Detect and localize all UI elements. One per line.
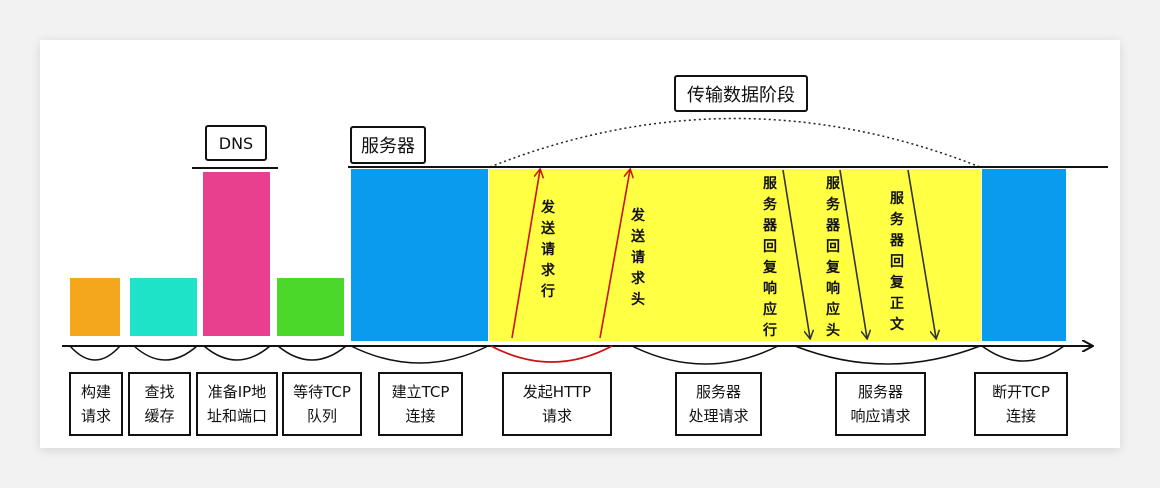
- message-label-response-line: 务: [763, 196, 778, 213]
- stage-label-text: 响应请求: [850, 407, 910, 425]
- stage-label-text: 请求: [81, 407, 111, 425]
- message-label-response-header: 响: [826, 280, 840, 297]
- message-label-response-line: 服: [763, 176, 778, 192]
- message-label-response-header: 复: [825, 259, 841, 276]
- transfer-phase-arc: [489, 117, 981, 168]
- stage-bar-build-request: [70, 278, 120, 336]
- message-label-response-body: 正: [890, 296, 904, 312]
- stage-label-build-request: 构建请求: [69, 372, 123, 436]
- stage-label-server-respond: 服务器响应请求: [835, 372, 926, 436]
- stage-label-text: 等待TCP: [293, 383, 351, 401]
- stage-label-text: 服务器: [858, 383, 903, 401]
- message-label-response-header: 服: [826, 176, 841, 192]
- message-label-send-request-header: 头: [631, 291, 645, 308]
- transfer-phase-box: 传输数据阶段: [674, 75, 808, 112]
- message-label-response-body: 复: [889, 274, 905, 291]
- message-label-send-request-line: 发: [540, 199, 556, 216]
- stage-bar-transfer: [489, 169, 981, 341]
- message-label-response-body: 回: [890, 254, 904, 270]
- dns-box: DNS: [205, 125, 267, 161]
- brace-server-process: [631, 345, 779, 365]
- stage-bar-establish-tcp: [351, 169, 488, 341]
- message-label-send-request-line: 行: [540, 283, 555, 300]
- stage-label-establish-tcp: 建立TCP 连接: [378, 372, 463, 436]
- stage-bar-check-cache: [130, 278, 197, 336]
- message-label-response-line: 行: [762, 322, 777, 339]
- stage-label-text: 队列: [307, 407, 337, 425]
- message-label-response-line: 应: [763, 301, 777, 318]
- message-label-send-request-header: 发: [630, 207, 646, 224]
- brace-establish-tcp: [350, 345, 489, 364]
- message-label-response-line: 回: [763, 239, 777, 255]
- message-label-response-header: 务: [826, 196, 841, 213]
- stage-bar-prepare-ip: [203, 172, 270, 336]
- message-label-response-header: 头: [826, 322, 840, 339]
- message-label-response-body: 务: [890, 211, 905, 228]
- message-label-response-header: 回: [826, 239, 840, 255]
- brace-server-respond: [794, 345, 981, 365]
- message-label-response-body: 服: [890, 191, 905, 207]
- server-box: 服务器: [350, 126, 426, 164]
- message-label-send-request-line: 送: [540, 220, 556, 237]
- stage-label-text: 请求: [542, 407, 572, 425]
- stage-labels: 构建请求查找缓存准备IP地址和端口等待TCP队列建立TCP连接发起HTTP请求服…: [69, 372, 1068, 436]
- stage-label-text: 处理请求: [688, 407, 748, 425]
- message-label-send-request-header: 送: [630, 228, 646, 245]
- message-label-send-request-header: 求: [631, 270, 646, 287]
- message-label-response-header: 器: [825, 218, 841, 234]
- stage-label-text: 查找: [144, 383, 174, 401]
- stage-label-wait-tcp: 等待TCP 队列: [282, 372, 362, 436]
- http-timeline-diagram: 传输数据阶段 服务器 DNS 发送请求行发送请求头服务器回复响应行服务器回复响应…: [62, 75, 1108, 436]
- message-label-response-line: 器: [762, 218, 778, 234]
- message-label-response-line: 复: [762, 259, 778, 276]
- message-label-send-request-line: 求: [541, 262, 556, 279]
- stage-label-server-process: 服务器处理请求: [675, 372, 762, 436]
- message-label-response-line: 响: [763, 280, 777, 297]
- diagram-card: 传输数据阶段 服务器 DNS 发送请求行发送请求头服务器回复响应行 服 务 器 …: [40, 40, 1120, 448]
- stage-bar-wait-tcp: [277, 278, 344, 336]
- transfer-phase-label: 传输数据阶段: [687, 85, 795, 106]
- server-label: 服务器: [361, 136, 415, 157]
- stage-label-text: 连接: [405, 407, 435, 425]
- brace-build-request: [69, 345, 121, 361]
- message-label-send-request-header: 请: [631, 249, 645, 266]
- stage-label-text: 址和端口: [207, 407, 267, 425]
- brace-close-tcp: [981, 345, 1065, 362]
- message-label-response-body: 文: [890, 316, 905, 333]
- stage-label-close-tcp: 断开TCP 连接: [974, 372, 1068, 436]
- stage-label-text: 断开TCP: [992, 383, 1050, 401]
- brace-send-http: [490, 345, 613, 363]
- stage-label-text: 发起HTTP: [523, 383, 591, 401]
- stage-label-text: 构建: [81, 383, 111, 401]
- stage-label-text: 建立TCP: [392, 383, 450, 401]
- brace-prepare-ip: [203, 345, 271, 361]
- stage-label-send-http: 发起HTTP 请求: [502, 372, 612, 436]
- brace-wait-tcp: [277, 345, 347, 361]
- message-label-send-request-line: 请: [541, 241, 555, 258]
- stage-label-text: 服务器: [696, 383, 741, 401]
- message-label-response-header: 应: [826, 301, 840, 318]
- dns-label: DNS: [219, 134, 253, 153]
- stage-label-prepare-ip: 准备IP地址和端口: [196, 372, 278, 436]
- stage-bar-close-tcp: [982, 169, 1066, 341]
- stage-label-text: 连接: [1006, 407, 1036, 425]
- stage-label-text: 缓存: [144, 407, 174, 425]
- stage-label-check-cache: 查找缓存: [128, 372, 191, 436]
- stage-label-text: 准备IP地: [208, 383, 266, 401]
- brace-check-cache: [133, 345, 198, 361]
- message-label-response-body: 器: [889, 233, 905, 249]
